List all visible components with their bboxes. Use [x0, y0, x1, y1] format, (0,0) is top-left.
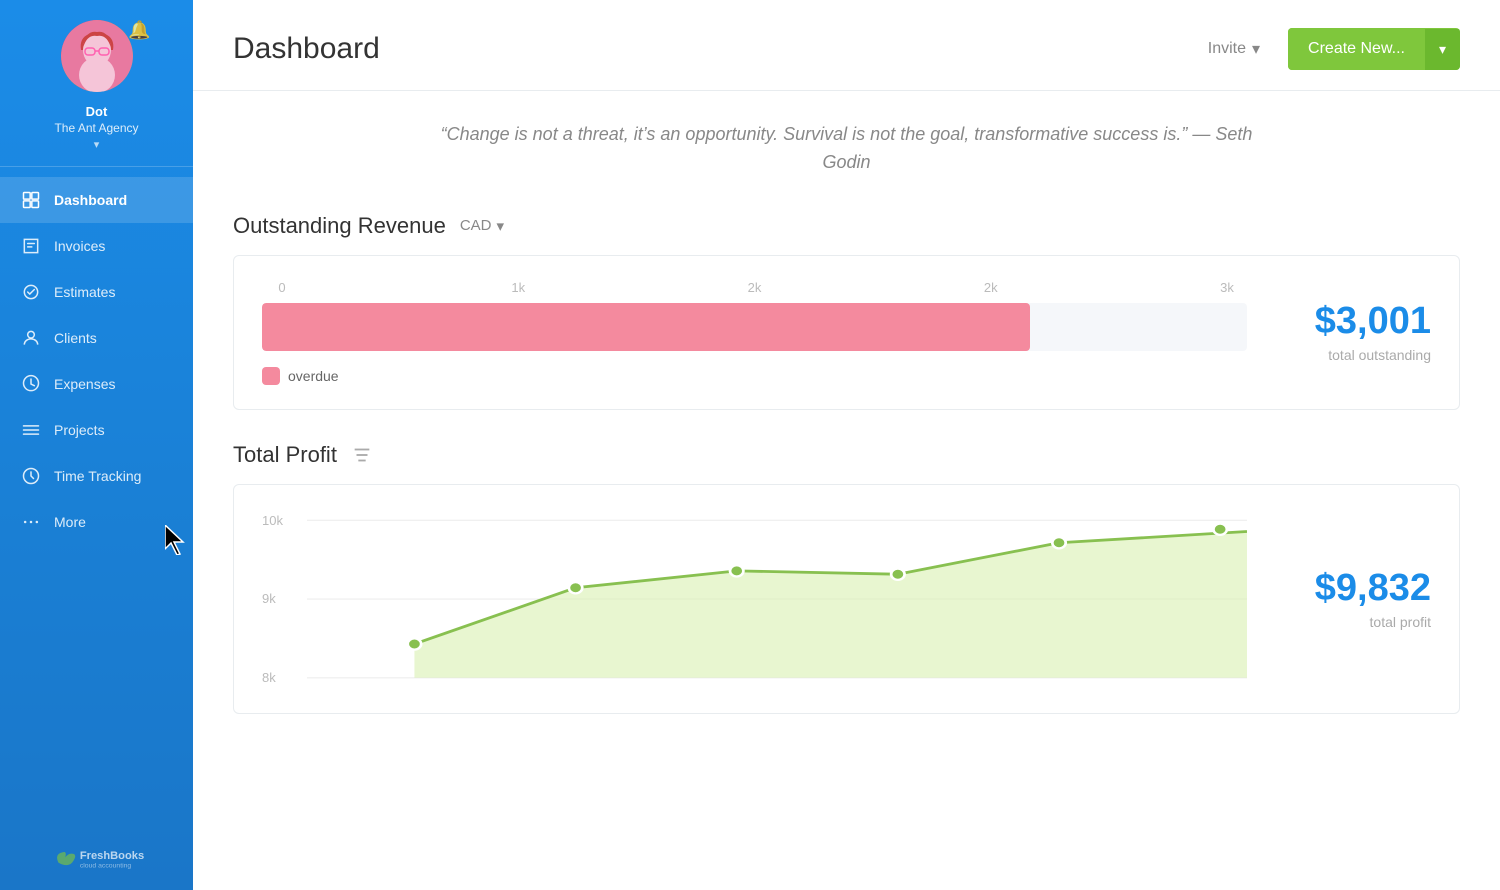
- currency-label: CAD: [460, 217, 492, 234]
- sidebar-item-more-label: More: [54, 514, 86, 530]
- bar-chart-area: 0 1k 2k 2k 3k overdue: [262, 280, 1247, 385]
- projects-icon: [20, 419, 42, 441]
- outstanding-revenue-chart-card: 0 1k 2k 2k 3k overdue $3,001: [233, 255, 1460, 410]
- sidebar-item-invoices[interactable]: Invoices: [0, 223, 193, 269]
- estimates-icon: [20, 281, 42, 303]
- outstanding-total-label: total outstanding: [1328, 347, 1431, 363]
- axis-label-3k: 3k: [1207, 280, 1247, 295]
- sidebar-item-projects-label: Projects: [54, 422, 105, 438]
- sidebar-item-estimates[interactable]: Estimates: [0, 269, 193, 315]
- sidebar-nav: Dashboard Invoices Estimates Clients: [0, 167, 193, 827]
- time-tracking-icon: [20, 465, 42, 487]
- sidebar-item-time-tracking[interactable]: Time Tracking: [0, 453, 193, 499]
- sidebar-item-invoices-label: Invoices: [54, 238, 105, 254]
- sidebar-item-expenses[interactable]: Expenses: [0, 361, 193, 407]
- profit-summary: $9,832 total profit: [1271, 509, 1431, 689]
- profit-total-amount: $9,832: [1315, 568, 1431, 610]
- bar-axis: 0 1k 2k 2k 3k: [262, 280, 1247, 295]
- header: Dashboard Invite ▾ Create New... ▾: [193, 0, 1500, 91]
- sidebar: 🔔 Dot The Ant Agency ▾ Dashboard Invoice…: [0, 0, 193, 890]
- header-actions: Invite ▾ Create New... ▾: [1196, 28, 1460, 70]
- axis-label-2k-2: 2k: [971, 280, 1011, 295]
- freshbooks-logo: FreshBooks cloud accounting: [47, 842, 147, 875]
- more-icon: [20, 511, 42, 533]
- create-new-button[interactable]: Create New... ▾: [1288, 28, 1460, 70]
- bar-legend: overdue: [262, 367, 1247, 385]
- avatar[interactable]: [61, 20, 133, 92]
- invite-button[interactable]: Invite ▾: [1196, 31, 1272, 67]
- total-profit-header: Total Profit: [233, 442, 1460, 468]
- avatar-wrap: 🔔: [61, 20, 133, 92]
- sidebar-item-estimates-label: Estimates: [54, 284, 115, 300]
- motivational-quote: “Change is not a threat, it’s an opportu…: [422, 121, 1272, 177]
- sidebar-item-more[interactable]: More: [0, 499, 193, 545]
- y-label-8k: 8k: [262, 671, 283, 684]
- sidebar-user-section: 🔔 Dot The Ant Agency ▾: [0, 0, 193, 167]
- sidebar-item-dashboard-label: Dashboard: [54, 192, 127, 208]
- main-content: Dashboard Invite ▾ Create New... ▾ “Chan…: [193, 0, 1500, 890]
- outstanding-total-amount: $3,001: [1315, 301, 1431, 343]
- line-chart-wrap: 10k 9k 8k: [262, 509, 1431, 689]
- content-area: “Change is not a threat, it’s an opportu…: [193, 91, 1500, 890]
- expenses-icon: [20, 373, 42, 395]
- outstanding-summary: $3,001 total outstanding: [1271, 280, 1431, 385]
- sidebar-item-dashboard[interactable]: Dashboard: [0, 177, 193, 223]
- bar-chart-wrap: 0 1k 2k 2k 3k overdue $3,001: [262, 280, 1431, 385]
- line-y-labels: 10k 9k 8k: [262, 509, 283, 689]
- sidebar-bottom: FreshBooks cloud accounting: [0, 827, 193, 890]
- sidebar-item-clients[interactable]: Clients: [0, 315, 193, 361]
- sidebar-item-clients-label: Clients: [54, 330, 97, 346]
- outstanding-revenue-title: Outstanding Revenue: [233, 213, 446, 239]
- invite-chevron-icon: ▾: [1252, 39, 1260, 59]
- clients-icon: [20, 327, 42, 349]
- profit-total-label: total profit: [1370, 614, 1431, 630]
- axis-label-2k-1: 2k: [735, 280, 775, 295]
- user-name: Dot: [86, 104, 108, 119]
- overdue-bar: [262, 303, 1030, 351]
- invite-label: Invite: [1208, 40, 1246, 58]
- y-label-10k: 10k: [262, 514, 283, 527]
- svg-text:cloud accounting: cloud accounting: [79, 863, 131, 870]
- sidebar-item-expenses-label: Expenses: [54, 376, 115, 392]
- filter-icon[interactable]: [351, 444, 373, 466]
- sidebar-item-time-tracking-label: Time Tracking: [54, 468, 141, 484]
- line-chart-svg: [307, 509, 1247, 689]
- currency-selector[interactable]: CAD ▾: [460, 217, 504, 235]
- dashboard-icon: [20, 189, 42, 211]
- sidebar-item-projects[interactable]: Projects: [0, 407, 193, 453]
- axis-label-0: 0: [262, 280, 302, 295]
- notification-bell-icon[interactable]: 🔔: [128, 20, 150, 41]
- create-new-label[interactable]: Create New...: [1288, 28, 1425, 70]
- user-menu-chevron-icon[interactable]: ▾: [94, 138, 100, 151]
- outstanding-revenue-header: Outstanding Revenue CAD ▾: [233, 213, 1460, 239]
- create-new-chevron-icon[interactable]: ▾: [1425, 29, 1460, 70]
- currency-chevron-icon: ▾: [497, 217, 505, 235]
- total-profit-chart-card: 10k 9k 8k: [233, 484, 1460, 714]
- bar-container: [262, 303, 1247, 351]
- page-title: Dashboard: [233, 32, 380, 66]
- company-name: The Ant Agency: [54, 121, 138, 135]
- svg-text:FreshBooks: FreshBooks: [79, 850, 143, 862]
- line-chart-area: 10k 9k 8k: [262, 509, 1247, 689]
- y-label-9k: 9k: [262, 592, 283, 605]
- invoices-icon: [20, 235, 42, 257]
- legend-label-overdue: overdue: [288, 368, 339, 384]
- axis-label-1k: 1k: [498, 280, 538, 295]
- legend-dot-overdue: [262, 367, 280, 385]
- total-profit-title: Total Profit: [233, 442, 337, 468]
